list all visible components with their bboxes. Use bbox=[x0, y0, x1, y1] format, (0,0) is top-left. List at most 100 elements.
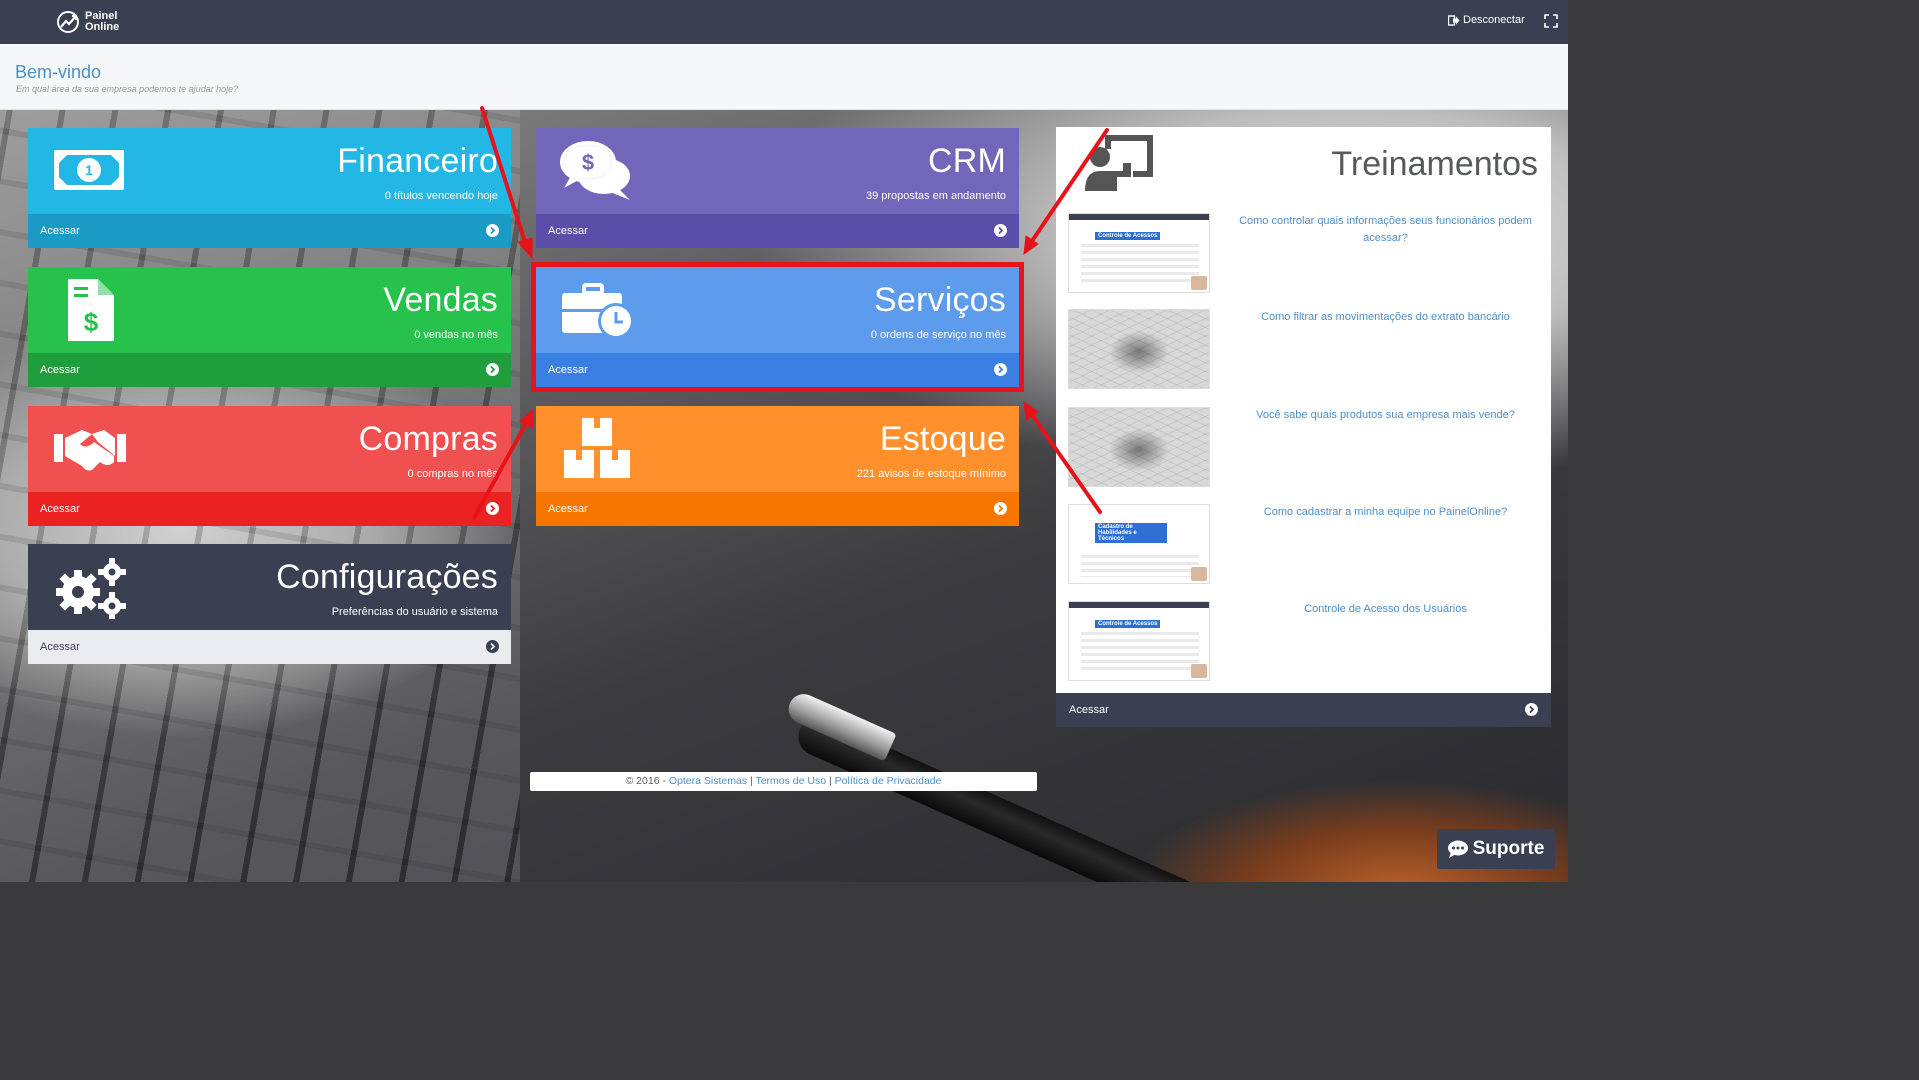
training-thumbnail[interactable]: Controle de Acessos bbox=[1068, 601, 1210, 681]
training-link[interactable]: Você sabe quais produtos sua empresa mai… bbox=[1238, 407, 1533, 424]
module-configuracoes-header: Configurações Preferências do usuário e … bbox=[28, 544, 511, 630]
chevron-circle-right-icon bbox=[1525, 703, 1538, 716]
training-link[interactable]: Controle de Acesso dos Usuários bbox=[1238, 601, 1533, 618]
logo-text: Painel Online bbox=[85, 11, 119, 33]
thumbnail-3d-render bbox=[1069, 310, 1209, 388]
chevron-circle-right-icon bbox=[486, 363, 499, 376]
module-compras[interactable]: Compras 0 compras no mês Acessar bbox=[28, 406, 511, 526]
support-button[interactable]: Suporte bbox=[1437, 829, 1555, 869]
module-configuracoes[interactable]: Configurações Preferências do usuário e … bbox=[28, 544, 511, 664]
module-vendas-subtitle: 0 vendas no mês bbox=[414, 329, 498, 341]
module-crm-header: $ CRM 39 propostas em andamento bbox=[536, 128, 1019, 214]
welcome-header: Bem-vindo Em qual área da sua empresa po… bbox=[0, 44, 1568, 110]
chevron-circle-right-icon bbox=[994, 502, 1007, 515]
boxes-icon bbox=[564, 418, 630, 478]
chevron-circle-right-icon bbox=[994, 224, 1007, 237]
access-label: Acessar bbox=[40, 503, 80, 515]
access-label: Acessar bbox=[548, 225, 588, 237]
comments-dollar-icon: $ bbox=[560, 141, 630, 200]
thumbnail-screenshot: Cadastro de Habilidades e Técnicos bbox=[1069, 505, 1209, 583]
copyright-text: © 2016 - bbox=[625, 775, 666, 787]
module-financeiro-header: 1 Financeiro 0 títulos vencendo hoje bbox=[28, 128, 511, 214]
training-thumbnail[interactable] bbox=[1068, 407, 1210, 487]
module-configuracoes-title: Configurações bbox=[276, 558, 498, 596]
footer-separator: | bbox=[750, 775, 753, 787]
module-servicos[interactable]: Serviços 0 ordens de serviço no mês Aces… bbox=[536, 267, 1019, 387]
module-vendas-title: Vendas bbox=[383, 281, 498, 319]
module-servicos-access-bar[interactable]: Acessar bbox=[536, 353, 1019, 387]
logout-button[interactable]: Desconectar bbox=[1448, 14, 1525, 26]
module-financeiro[interactable]: 1 Financeiro 0 títulos vencendo hoje Ace… bbox=[28, 128, 511, 248]
chevron-circle-right-icon bbox=[486, 502, 499, 515]
training-link[interactable]: Como filtrar as movimentações do extrato… bbox=[1238, 309, 1533, 326]
module-vendas[interactable]: $ Vendas 0 vendas no mês Acessar bbox=[28, 267, 511, 387]
support-label: Suporte bbox=[1472, 838, 1545, 859]
module-servicos-header: Serviços 0 ordens de serviço no mês bbox=[536, 267, 1019, 353]
file-invoice-dollar-icon: $ bbox=[68, 279, 114, 341]
trainings-access-bar[interactable]: Acessar bbox=[1056, 693, 1551, 727]
training-link[interactable]: Como cadastrar a minha equipe no PainelO… bbox=[1238, 504, 1533, 521]
training-item[interactable]: Como filtrar as movimentações do extrato… bbox=[1068, 309, 1538, 391]
business-time-icon bbox=[562, 283, 634, 339]
access-label: Acessar bbox=[1069, 704, 1109, 716]
chevron-circle-right-icon bbox=[486, 640, 499, 653]
training-item[interactable]: Controle de Acessos Controle de Acesso d… bbox=[1068, 601, 1538, 683]
chalkboard-teacher-icon bbox=[1085, 135, 1153, 191]
access-label: Acessar bbox=[40, 641, 80, 653]
module-estoque[interactable]: Estoque 221 avisos de estoque mínimo Ace… bbox=[536, 406, 1019, 526]
module-estoque-title: Estoque bbox=[879, 420, 1006, 458]
module-configuracoes-subtitle: Preferências do usuário e sistema bbox=[331, 606, 498, 618]
module-crm-title: CRM bbox=[927, 142, 1006, 180]
module-estoque-subtitle: 221 avisos de estoque mínimo bbox=[856, 468, 1006, 480]
access-label: Acessar bbox=[548, 364, 588, 376]
module-vendas-access-bar[interactable]: Acessar bbox=[28, 353, 511, 387]
app-logo[interactable]: Painel Online bbox=[55, 9, 119, 35]
access-label: Acessar bbox=[40, 225, 80, 237]
thumbnail-screenshot: Controle de Acessos bbox=[1069, 602, 1209, 680]
training-item[interactable]: Cadastro de Habilidades e Técnicos Como … bbox=[1068, 504, 1538, 586]
company-link[interactable]: Optera Sistemas bbox=[669, 775, 747, 787]
training-thumbnail[interactable]: Cadastro de Habilidades e Técnicos bbox=[1068, 504, 1210, 584]
chevron-circle-right-icon bbox=[994, 363, 1007, 376]
training-thumbnail[interactable]: Controle de Acessos bbox=[1068, 213, 1210, 293]
svg-text:$: $ bbox=[84, 307, 99, 337]
thumbnail-tag: Cadastro de Habilidades e Técnicos bbox=[1095, 523, 1167, 543]
training-thumbnail[interactable] bbox=[1068, 309, 1210, 389]
module-servicos-subtitle: 0 ordens de serviço no mês bbox=[870, 329, 1006, 341]
module-compras-subtitle: 0 compras no mês bbox=[407, 468, 498, 480]
logo-icon bbox=[57, 11, 79, 33]
svg-text:1: 1 bbox=[85, 162, 93, 178]
module-crm-access-bar[interactable]: Acessar bbox=[536, 214, 1019, 248]
thumbnail-tag: Controle de Acessos bbox=[1095, 232, 1161, 240]
module-compras-access-bar[interactable]: Acessar bbox=[28, 492, 511, 526]
logo-line2: Online bbox=[85, 21, 120, 33]
logout-icon bbox=[1448, 14, 1460, 26]
module-crm[interactable]: $ CRM 39 propostas em andamento Acessar bbox=[536, 128, 1019, 248]
top-navbar: Painel Online Desconectar bbox=[0, 0, 1568, 44]
training-link[interactable]: Como controlar quais informações seus fu… bbox=[1238, 213, 1533, 247]
module-vendas-header: $ Vendas 0 vendas no mês bbox=[28, 267, 511, 353]
footer-separator: | bbox=[829, 775, 832, 787]
module-compras-header: Compras 0 compras no mês bbox=[28, 406, 511, 492]
page-title: Bem-vindo bbox=[15, 62, 102, 82]
training-item[interactable]: Você sabe quais produtos sua empresa mai… bbox=[1068, 407, 1538, 489]
training-item[interactable]: Controle de Acessos Como controlar quais… bbox=[1068, 213, 1538, 295]
footer: © 2016 - Optera Sistemas | Termos de Uso… bbox=[530, 772, 1037, 791]
terms-link[interactable]: Termos de Uso bbox=[755, 775, 826, 787]
svg-text:$: $ bbox=[582, 150, 594, 175]
module-estoque-access-bar[interactable]: Acessar bbox=[536, 492, 1019, 526]
fullscreen-icon[interactable] bbox=[1544, 14, 1558, 28]
privacy-link[interactable]: Política de Privacidade bbox=[835, 775, 942, 787]
module-financeiro-title: Financeiro bbox=[337, 142, 498, 180]
trainings-panel: Treinamentos Controle de Acessos Como co… bbox=[1056, 127, 1551, 727]
money-bill-icon: 1 bbox=[54, 150, 124, 190]
module-crm-subtitle: 39 propostas em andamento bbox=[865, 190, 1006, 202]
chevron-circle-right-icon bbox=[486, 224, 499, 237]
cogs-icon bbox=[56, 558, 126, 619]
module-compras-title: Compras bbox=[358, 420, 498, 458]
handshake-icon bbox=[54, 430, 126, 471]
thumbnail-tag: Controle de Acessos bbox=[1095, 620, 1161, 628]
module-configuracoes-access-bar[interactable]: Acessar bbox=[28, 630, 511, 664]
module-financeiro-access-bar[interactable]: Acessar bbox=[28, 214, 511, 248]
chat-bubble-icon bbox=[1447, 840, 1468, 858]
